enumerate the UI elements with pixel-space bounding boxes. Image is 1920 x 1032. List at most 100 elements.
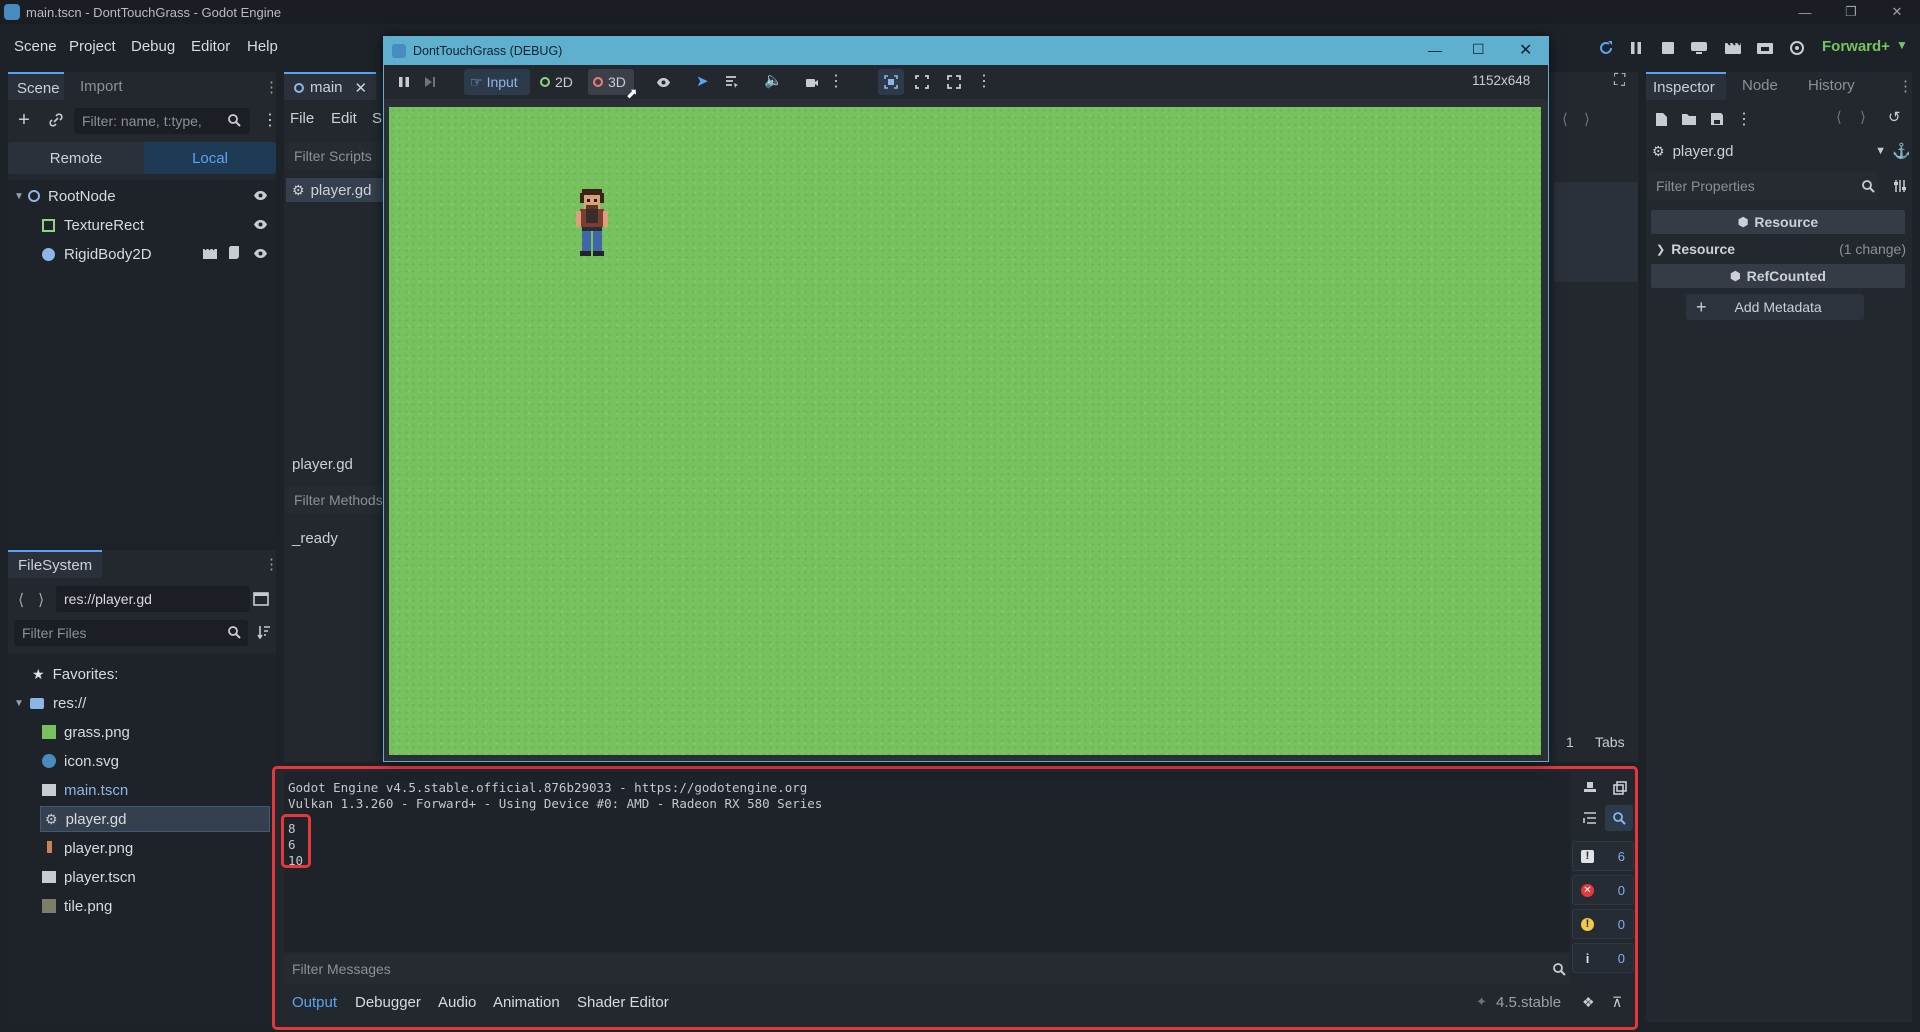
tab-debugger[interactable]: Debugger [355,994,421,1011]
tab-main[interactable]: main ✕ [284,72,376,100]
minimize-button[interactable]: — [1428,42,1442,58]
filter-methods-input[interactable]: Filter Methods [286,486,386,514]
tree-node-rootnode[interactable]: ▼ RootNode [14,185,116,207]
open-scene-icon[interactable] [202,246,218,260]
select-mode-icon[interactable]: ➤ [696,72,709,90]
favorites-item[interactable]: ★ Favorites: [32,663,118,685]
chevron-down-icon[interactable]: ▼ [1875,145,1886,157]
resource-selector[interactable]: ⚙ player.gd ▼ [1646,138,1886,164]
fullscreen-icon[interactable]: ⛶ [1614,72,1625,90]
visibility-icon[interactable] [654,74,672,90]
errors-filter[interactable]: ✕ 0 [1572,875,1634,905]
object-properties-icon[interactable]: ⚓ [1892,142,1911,160]
sort-icon[interactable] [256,624,272,640]
filter-messages-input[interactable]: Filter Messages [284,954,1570,984]
file-item[interactable]: player.tscn [42,866,136,888]
tree-node-texturerect[interactable]: TextureRect [42,214,144,236]
tab-history[interactable]: History [1808,77,1855,94]
pause-icon[interactable] [396,74,412,90]
close-button[interactable]: ✕ [1874,0,1920,24]
remote-tab[interactable]: Remote [8,142,144,174]
tab-shader-editor[interactable]: Shader Editor [577,994,669,1011]
tree-node-rigidbody2d[interactable]: RigidBody2D [42,243,152,265]
menu-project[interactable]: Project [69,38,116,55]
group-messages-icon[interactable] [1581,809,1599,827]
audio-icon[interactable]: 🔈 [764,71,783,89]
filter-settings-icon[interactable] [1892,178,1908,194]
menu-editor[interactable]: Editor [191,38,230,55]
chevron-down-icon[interactable]: ▼ [1896,38,1908,52]
menu-debug[interactable]: Debug [131,38,175,55]
split-view-icon[interactable] [252,590,270,608]
minimize-button[interactable]: — [1782,0,1828,24]
tab-output[interactable]: Output [292,994,337,1011]
run-custom-scene-icon[interactable] [1754,38,1776,58]
back-icon[interactable]: ⟨ [18,590,24,610]
script-list-item[interactable]: ⚙ player.gd [286,178,386,202]
chevron-down-icon[interactable]: ▼ [14,191,28,202]
visibility-icon[interactable] [252,188,268,202]
file-filter-input[interactable]: Filter Files [14,620,248,646]
section-refcounted-header[interactable]: ⬢ RefCounted [1651,264,1905,288]
menu-scene[interactable]: Scene [14,38,57,55]
file-item[interactable]: tile.png [42,895,112,917]
tab-animation[interactable]: Animation [493,994,560,1011]
next-frame-icon[interactable] [422,74,438,90]
close-button[interactable]: ✕ [1519,40,1532,60]
renderer-selector[interactable]: Forward+ [1822,38,1890,55]
scene-filter-input[interactable]: Filter: name, t:type, [74,108,250,134]
mode-2d-toggle[interactable]: 2D [536,69,582,95]
stretch-icon[interactable] [946,74,962,90]
tab-filesystem[interactable]: FileSystem [8,550,102,578]
tab-audio[interactable]: Audio [438,994,476,1011]
pause-icon[interactable] [1626,38,1646,58]
camera-override-icon[interactable] [804,74,820,90]
close-icon[interactable]: ✕ [355,79,368,97]
dock-menu-icon[interactable]: ⋮ [264,78,279,96]
search-toggle[interactable] [1605,805,1633,831]
file-item[interactable]: player.png [42,837,133,859]
restore-button[interactable]: ❐ [1828,0,1874,24]
history-back-icon[interactable]: ⟨ [1836,108,1842,126]
more-options-icon[interactable]: ⋮ [1736,109,1752,129]
script-menu-edit[interactable]: Edit [331,110,357,127]
remote-deploy-icon[interactable] [1688,38,1710,58]
game-viewport[interactable] [389,107,1541,755]
tab-node[interactable]: Node [1742,77,1778,94]
chevron-right-icon[interactable]: ❯ [1656,243,1665,256]
nav-back-icon[interactable]: ⟨ [1562,110,1568,128]
indent-mode[interactable]: Tabs [1595,734,1625,750]
section-resource-header[interactable]: ⬢ Resource [1651,210,1905,234]
tab-inspector[interactable]: Inspector [1646,72,1726,100]
method-item[interactable]: _ready [292,530,338,547]
pin-icon[interactable]: ❖ [1582,994,1595,1011]
run-scene-icon[interactable] [1722,38,1744,58]
messages-filter[interactable]: ! 6 [1572,841,1634,871]
save-icon[interactable] [1708,110,1726,128]
more-options-icon[interactable]: ⋮ [828,71,844,91]
chevron-down-icon[interactable]: ▼ [14,698,30,709]
tab-import[interactable]: Import [80,78,123,95]
script-menu-search[interactable]: S [372,110,382,127]
property-resource[interactable]: ❯ Resource (1 change) [1656,238,1906,260]
history-icon[interactable]: ↺ [1888,108,1901,126]
reload-icon[interactable] [1596,38,1616,58]
scene-options-icon[interactable]: ⋮ [262,110,278,130]
script-icon[interactable] [226,246,242,260]
dock-menu-icon[interactable]: ⋮ [264,555,279,573]
file-item-selected[interactable]: ⚙ player.gd [40,806,270,832]
tab-scene[interactable]: Scene [8,72,64,100]
clear-output-icon[interactable] [1581,779,1599,797]
embed-mode-toggle[interactable] [878,69,904,95]
add-metadata-button[interactable]: + Add Metadata [1686,294,1864,320]
maximize-button[interactable]: ☐ [1472,41,1485,58]
expand-panel-icon[interactable]: ⊼ [1612,994,1622,1011]
list-select-icon[interactable] [724,74,740,90]
local-tab[interactable]: Local [144,142,276,174]
new-resource-icon[interactable] [1652,110,1670,128]
folder-res[interactable]: ▼ res:// [14,692,86,714]
nav-forward-icon[interactable]: ⟩ [1584,110,1590,128]
file-item[interactable]: main.tscn [42,779,128,801]
file-item[interactable]: icon.svg [42,750,119,772]
history-forward-icon[interactable]: ⟩ [1860,108,1866,126]
